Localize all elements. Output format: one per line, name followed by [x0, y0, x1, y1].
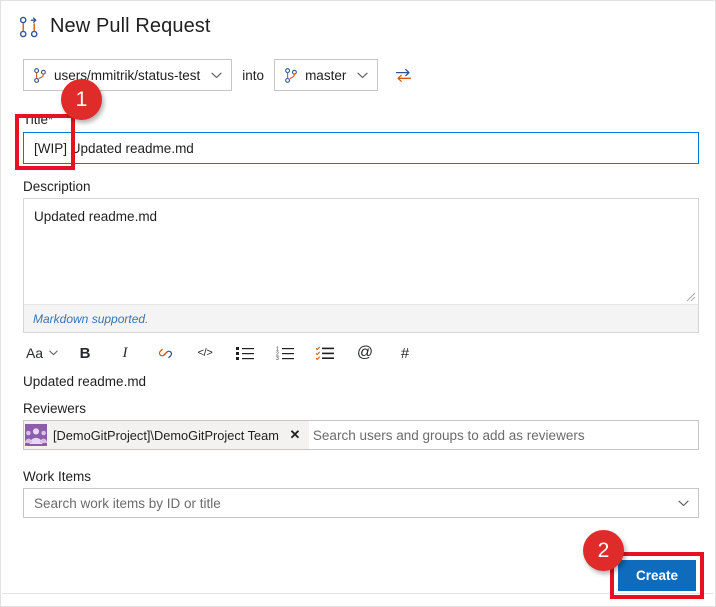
new-pull-request-page: New Pull Request users/mmitrik/status-te… — [0, 0, 716, 607]
link-button[interactable] — [145, 338, 185, 368]
reviewers-input-container[interactable]: [DemoGitProject]\DemoGitProject Team ✕ S… — [23, 420, 699, 450]
title-field-label: Title* — [23, 112, 53, 127]
source-branch-label: users/mmitrik/status-test — [54, 67, 201, 83]
create-button[interactable]: Create — [618, 560, 696, 591]
chevron-down-icon — [357, 72, 368, 78]
branch-icon — [34, 67, 46, 83]
target-branch-label: master — [305, 67, 347, 83]
italic-button[interactable]: I — [105, 338, 145, 368]
reviewers-field-label: Reviewers — [23, 401, 87, 416]
reviewer-chip-label: [DemoGitProject]\DemoGitProject Team — [53, 427, 279, 443]
link-icon — [158, 348, 172, 358]
source-branch-dropdown[interactable]: users/mmitrik/status-test — [23, 59, 233, 91]
into-label: into — [242, 67, 265, 83]
reviewer-remove-button[interactable]: ✕ — [285, 424, 305, 446]
italic-icon: I — [122, 344, 128, 361]
description-field-label: Description — [23, 179, 91, 194]
branch-selector-row: users/mmitrik/status-test into master — [23, 59, 414, 91]
task-list-icon — [316, 346, 334, 360]
svg-text:3: 3 — [276, 356, 279, 360]
footer-divider — [2, 593, 714, 594]
font-size-button[interactable]: Aa — [19, 338, 65, 368]
page-title: New Pull Request — [50, 15, 211, 37]
font-size-icon: Aa — [25, 345, 44, 361]
swap-branches-button[interactable] — [392, 64, 414, 86]
title-input[interactable] — [23, 132, 699, 164]
numbered-list-icon: 1 2 3 — [276, 346, 294, 360]
page-header: New Pull Request — [19, 15, 211, 38]
markdown-supported-link[interactable]: Markdown supported. — [33, 312, 148, 326]
work-items-input-container[interactable]: Search work items by ID or title — [23, 488, 699, 518]
reviewer-chip[interactable]: [DemoGitProject]\DemoGitProject Team ✕ — [24, 421, 309, 449]
bulleted-list-icon — [236, 347, 254, 360]
description-preview-text: Updated readme.md — [23, 374, 147, 389]
chevron-down-icon[interactable] — [678, 500, 689, 507]
bold-icon: B — [79, 344, 91, 362]
chevron-down-icon — [211, 72, 222, 78]
work-items-field-label: Work Items — [23, 469, 92, 484]
work-item-link-button[interactable]: # — [385, 338, 425, 368]
code-icon: </> — [197, 347, 213, 359]
at-mention-icon: @ — [356, 344, 374, 361]
mention-button[interactable]: @ — [345, 338, 385, 368]
numbered-list-button[interactable]: 1 2 3 — [265, 338, 305, 368]
work-items-placeholder[interactable]: Search work items by ID or title — [34, 496, 675, 511]
task-list-button[interactable] — [305, 338, 345, 368]
bold-button[interactable]: B — [65, 338, 105, 368]
reviewers-search-placeholder[interactable]: Search users and groups to add as review… — [313, 428, 698, 443]
description-wrapper: Markdown supported. — [23, 198, 699, 333]
title-label-text: Title — [23, 112, 49, 127]
description-textarea[interactable] — [24, 199, 698, 304]
branch-icon — [285, 67, 297, 83]
swap-branches-icon — [395, 68, 411, 82]
format-toolbar: Aa B I </> 1 2 3 @ # — [19, 338, 425, 368]
bulleted-list-button[interactable] — [225, 338, 265, 368]
title-required-marker: * — [48, 112, 54, 127]
hash-icon: # — [400, 344, 410, 362]
team-avatar-icon — [25, 424, 47, 446]
markdown-footer: Markdown supported. — [24, 304, 698, 332]
pull-request-icon — [19, 16, 39, 38]
code-button[interactable]: </> — [185, 338, 225, 368]
target-branch-dropdown[interactable]: master — [274, 59, 379, 91]
chevron-down-icon — [49, 350, 58, 356]
